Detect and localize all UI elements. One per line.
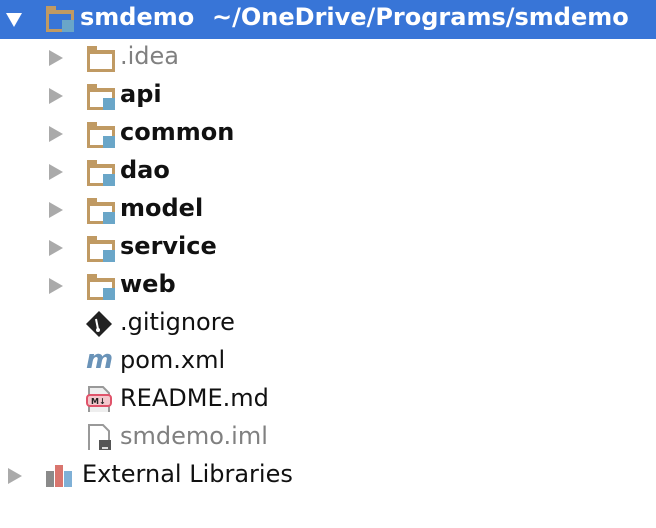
folder-icon [87,122,115,148]
tree-item-label: api [120,80,162,108]
library-icon [46,465,72,487]
tree-item-label: README.md [120,384,269,412]
git-icon [86,311,112,337]
svg-text:M↓: M↓ [91,397,106,406]
tree-item-label: .idea [120,42,180,70]
chevron-right-icon[interactable] [49,88,63,104]
tree-item-label: web [120,270,176,298]
folder-icon [87,46,115,72]
tree-item-label: .gitignore [120,308,235,336]
tree-item[interactable]: service [0,229,656,267]
chevron-down-icon[interactable] [6,13,22,27]
tree-item[interactable]: m pom.xml [0,343,656,381]
module-folder-icon [46,6,74,32]
tree-item[interactable]: common [0,115,656,153]
tree-item-label: common [120,118,235,146]
maven-icon: m [86,345,114,375]
tree-item[interactable]: M↓ README.md [0,381,656,419]
markdown-icon: M↓ [86,386,112,412]
folder-icon [87,274,115,300]
tree-item[interactable]: api [0,77,656,115]
tree-item-label: model [120,194,204,222]
tree-item[interactable]: .idea [0,39,656,77]
folder-icon [87,84,115,110]
folder-icon [87,198,115,224]
tree-item-external-libraries[interactable]: External Libraries [0,457,656,495]
tree-item[interactable]: dao [0,153,656,191]
tree-item[interactable]: smdemo.iml [0,419,656,457]
tree-item[interactable]: web [0,267,656,305]
tree-item-label: dao [120,156,170,184]
chevron-right-icon[interactable] [49,126,63,142]
tree-item-label: smdemo.iml [120,422,268,450]
tree-item[interactable]: .gitignore [0,305,656,343]
chevron-right-icon[interactable] [49,164,63,180]
chevron-right-icon[interactable] [49,50,63,66]
folder-icon [87,236,115,262]
iml-file-icon [88,424,111,450]
root-name: smdemo [80,3,195,31]
chevron-right-icon[interactable] [49,202,63,218]
external-libraries-label: External Libraries [82,460,293,488]
tree-root-smdemo[interactable]: smdemo ~/OneDrive/Programs/smdemo [0,0,656,39]
root-path: ~/OneDrive/Programs/smdemo [212,3,629,31]
chevron-right-icon[interactable] [8,468,22,484]
tree-item-label: pom.xml [120,346,226,374]
folder-icon [87,160,115,186]
chevron-right-icon[interactable] [49,278,63,294]
tree-item[interactable]: model [0,191,656,229]
chevron-right-icon[interactable] [49,240,63,256]
tree-item-label: service [120,232,217,260]
